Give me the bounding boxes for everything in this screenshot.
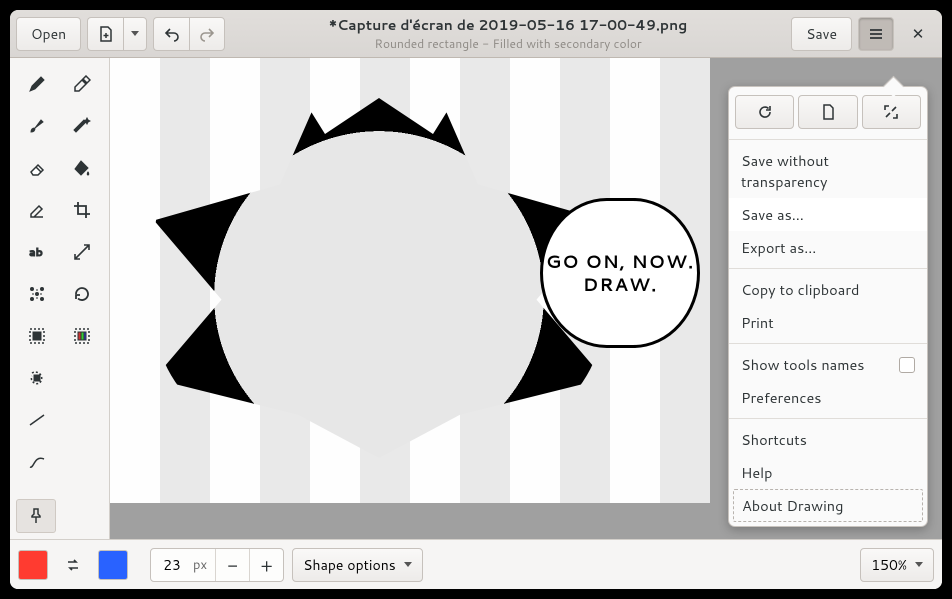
open-button[interactable]: Open xyxy=(16,17,81,51)
save-button[interactable]: Save xyxy=(791,17,852,51)
new-image-menu-button[interactable] xyxy=(123,17,147,51)
hamburger-icon xyxy=(868,26,884,42)
menu-show-tool-names[interactable]: Show tools names xyxy=(729,348,927,381)
size-unit: px xyxy=(193,556,215,574)
tool-brush[interactable] xyxy=(16,106,59,146)
menu-copy-clipboard[interactable]: Copy to clipboard xyxy=(729,273,927,306)
shape-options-label: Shape options xyxy=(303,555,396,575)
tool-rect-select[interactable] xyxy=(16,316,59,356)
redo-icon xyxy=(199,26,215,42)
window-title: *Capture d'écran de 2019-05-16 17-00-49.… xyxy=(231,15,785,35)
tool-line[interactable] xyxy=(16,400,59,440)
canvas-image: GO ON, NOW. DRAW. xyxy=(110,58,710,503)
tool-curve[interactable] xyxy=(16,442,59,482)
page-icon xyxy=(820,104,836,120)
secondary-color-swatch[interactable] xyxy=(98,550,128,580)
chevron-down-icon xyxy=(404,562,412,567)
tool-crop[interactable] xyxy=(61,190,104,230)
tool-magic[interactable] xyxy=(61,106,104,146)
title-area: *Capture d'écran de 2019-05-16 17-00-49.… xyxy=(231,15,785,52)
new-group xyxy=(87,17,147,51)
toolbox: ab xyxy=(10,58,110,539)
tool-highlight[interactable] xyxy=(16,190,59,230)
menu-export-as[interactable]: Export as… xyxy=(729,231,927,264)
undo-redo-group xyxy=(153,17,225,51)
size-plus-button[interactable]: + xyxy=(249,549,283,581)
close-window-button[interactable]: ✕ xyxy=(900,17,936,51)
size-spinner: 23 px − + xyxy=(150,548,284,582)
swap-icon xyxy=(65,557,81,573)
app-window: Open *Capture d'écran de 2019-05-16 17-0… xyxy=(10,10,942,589)
chevron-down-icon xyxy=(915,562,923,567)
speech-bubble: GO ON, NOW. DRAW. xyxy=(540,198,700,348)
undo-icon xyxy=(164,26,180,42)
pin-toolbox-button[interactable] xyxy=(16,499,56,533)
fullscreen-icon xyxy=(883,104,899,120)
menu-help[interactable]: Help xyxy=(729,456,927,489)
redo-button[interactable] xyxy=(189,17,225,51)
tool-points[interactable] xyxy=(16,274,59,314)
size-minus-button[interactable]: − xyxy=(215,549,249,581)
reload-icon xyxy=(757,104,773,120)
tool-text[interactable]: ab xyxy=(16,232,59,272)
zoom-button[interactable]: 150% xyxy=(860,548,934,582)
menu-about[interactable]: About Drawing xyxy=(733,489,923,522)
tool-eraser[interactable] xyxy=(16,148,59,188)
swap-colors-button[interactable] xyxy=(56,548,90,582)
menu-save-as[interactable]: Save as… xyxy=(729,198,927,231)
shape-options-button[interactable]: Shape options xyxy=(292,548,423,582)
options-bar: 23 px − + Shape options 150% xyxy=(10,539,942,589)
menu-save-no-alpha[interactable]: Save without transparency xyxy=(729,144,927,198)
reload-button[interactable] xyxy=(735,95,794,129)
menu-shortcuts[interactable]: Shortcuts xyxy=(729,423,927,456)
menu-print[interactable]: Print xyxy=(729,306,927,339)
undo-button[interactable] xyxy=(153,17,189,51)
tool-scale[interactable] xyxy=(61,232,104,272)
fullscreen-button[interactable] xyxy=(862,95,921,129)
svg-text:ab: ab xyxy=(29,244,43,260)
size-value[interactable]: 23 xyxy=(151,555,193,575)
new-image-icon xyxy=(98,26,114,42)
tool-color-select[interactable] xyxy=(61,316,104,356)
pin-icon xyxy=(28,508,44,524)
properties-button[interactable] xyxy=(798,95,857,129)
close-icon: ✕ xyxy=(912,23,925,44)
menu-button-row xyxy=(729,91,927,135)
tool-free-select[interactable] xyxy=(16,358,59,398)
chevron-down-icon xyxy=(131,31,139,36)
tool-rotate[interactable] xyxy=(61,274,104,314)
primary-color-swatch[interactable] xyxy=(18,550,48,580)
new-image-button[interactable] xyxy=(87,17,123,51)
speech-text: GO ON, NOW. DRAW. xyxy=(543,250,697,297)
checkbox-icon xyxy=(899,357,915,373)
tool-grid: ab xyxy=(16,64,103,482)
tool-eyedropper[interactable] xyxy=(61,64,104,104)
zoom-value: 150% xyxy=(871,555,907,575)
menu-preferences[interactable]: Preferences xyxy=(729,381,927,414)
tool-pencil[interactable] xyxy=(16,64,59,104)
headerbar: Open *Capture d'écran de 2019-05-16 17-0… xyxy=(10,10,942,58)
window-subtitle: Rounded rectangle - Filled with secondar… xyxy=(231,35,785,52)
primary-menu-popover: Save without transparency Save as… Expor… xyxy=(728,86,928,527)
tool-fill[interactable] xyxy=(61,148,104,188)
hamburger-menu-button[interactable] xyxy=(858,17,894,51)
